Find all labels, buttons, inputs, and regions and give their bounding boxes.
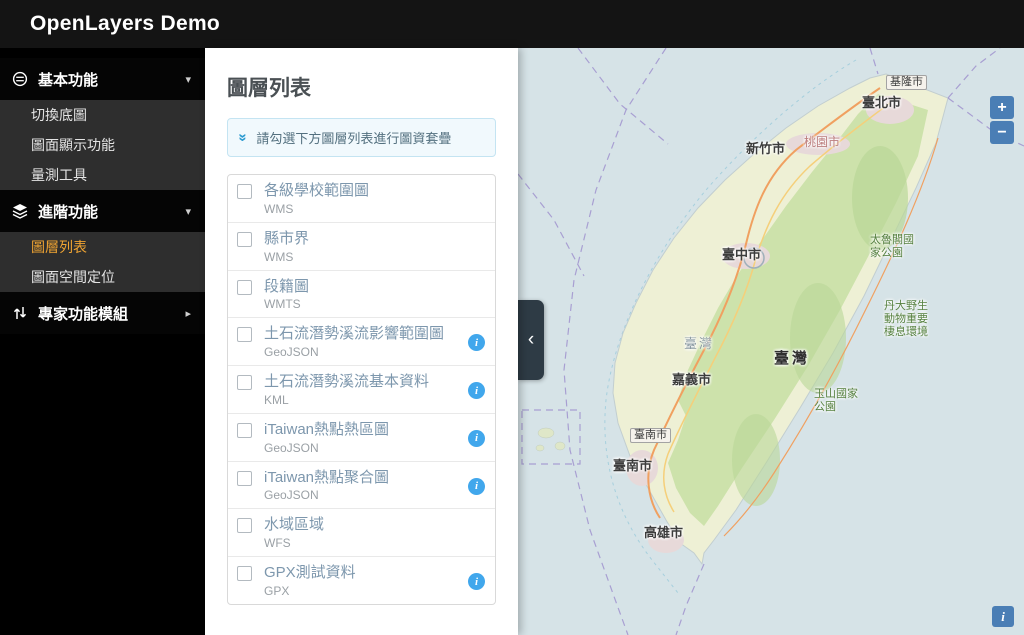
map-label-taichung: 臺中市 bbox=[722, 247, 762, 262]
layer-row: 縣市界 WMS bbox=[228, 223, 495, 271]
layer-checkbox[interactable] bbox=[237, 184, 252, 199]
layer-type: GPX bbox=[264, 583, 290, 598]
sidebar-item-measure-tools[interactable]: 量測工具 bbox=[0, 160, 205, 190]
layer-row: 土石流潛勢溪流影響範圍圖 GeoJSON i bbox=[228, 318, 495, 366]
info-icon[interactable]: i bbox=[468, 429, 485, 447]
layer-panel: 圖層列表 » 請勾選下方圖層列表進行圖資套疊 各級學校範圍圖 WMS 縣市界 W… bbox=[205, 48, 518, 635]
map-label-taiwan: 臺灣 bbox=[774, 350, 811, 367]
double-chevron-down-icon: » bbox=[234, 133, 252, 142]
app-header: OpenLayers Demo bbox=[0, 0, 1024, 48]
map-label-tainan: 臺南市 bbox=[613, 458, 653, 473]
app-body: 基本功能 ▾ 切換底圖 圖面顯示功能 量測工具 進階功能 ▾ 圖層列表 圖面空間… bbox=[0, 48, 1024, 635]
layer-row: iTaiwan熱點熱區圖 GeoJSON i bbox=[228, 414, 495, 462]
layer-checkbox[interactable] bbox=[237, 231, 252, 247]
map-label-taiwan-strait: 臺灣 bbox=[684, 336, 715, 351]
sidebar-section-label: 基本功能 bbox=[38, 71, 99, 89]
layer-type: WMS bbox=[264, 249, 294, 264]
map-label-danda-habitat: 丹大野生 動物重要 棲息環境 bbox=[884, 300, 928, 339]
layer-row: iTaiwan熱點聚合圖 GeoJSON i bbox=[228, 462, 495, 510]
layer-name[interactable]: 縣市界 bbox=[264, 230, 485, 249]
layer-name[interactable]: 土石流潛勢溪流基本資料 bbox=[264, 373, 468, 392]
info-icon[interactable]: i bbox=[468, 477, 485, 495]
panel-title: 圖層列表 bbox=[227, 77, 311, 100]
layer-checkbox[interactable] bbox=[237, 327, 252, 343]
panel-collapse-handle[interactable]: ‹ bbox=[518, 300, 544, 380]
layer-type: GeoJSON bbox=[264, 488, 319, 503]
layer-name[interactable]: 段籍圖 bbox=[264, 278, 485, 297]
sidebar-group-basic: 切換底圖 圖面顯示功能 量測工具 bbox=[0, 100, 205, 190]
layer-checkbox[interactable] bbox=[237, 375, 252, 390]
layer-type: GeoJSON bbox=[264, 345, 319, 359]
layer-name[interactable]: 土石流潛勢溪流影響範圍圖 bbox=[264, 325, 468, 344]
layer-type: WMTS bbox=[264, 297, 301, 312]
layer-row: 土石流潛勢溪流基本資料 KML i bbox=[228, 366, 495, 414]
attribution-button[interactable]: i bbox=[992, 606, 1014, 627]
sidebar-item-layer-list[interactable]: 圖層列表 bbox=[0, 232, 205, 262]
layer-checkbox[interactable] bbox=[237, 279, 252, 295]
layer-checkbox[interactable] bbox=[237, 470, 252, 486]
app-title: OpenLayers Demo bbox=[30, 12, 221, 35]
map-label-kaohsiung: 高雄市 bbox=[644, 525, 684, 540]
map-label-keelung: 基隆市 bbox=[886, 75, 927, 91]
notice-text: 請勾選下方圖層列表進行圖資套疊 bbox=[256, 131, 452, 146]
chevron-down-icon: ▾ bbox=[185, 73, 191, 86]
zoom-in-button[interactable]: + bbox=[990, 96, 1014, 119]
sidebar-group-advanced: 圖層列表 圖面空間定位 bbox=[0, 232, 205, 292]
layer-name[interactable]: iTaiwan熱點熱區圖 bbox=[264, 421, 468, 440]
layers-icon bbox=[12, 203, 28, 219]
layer-type: WMS bbox=[264, 201, 294, 216]
layer-checkbox[interactable] bbox=[237, 422, 252, 438]
layer-list: 各級學校範圍圖 WMS 縣市界 WMS 段籍圖 WMTS 土石流潛勢溪流影響範圍… bbox=[227, 174, 496, 605]
zoom-out-button[interactable]: − bbox=[990, 121, 1014, 144]
layer-type: WFS bbox=[264, 536, 291, 550]
layer-row: 各級學校範圍圖 WMS bbox=[228, 175, 495, 223]
sidebar: 基本功能 ▾ 切換底圖 圖面顯示功能 量測工具 進階功能 ▾ 圖層列表 圖面空間… bbox=[0, 48, 205, 635]
map-label-chiayi: 嘉義市 bbox=[672, 372, 712, 387]
chevron-left-icon: ‹ bbox=[527, 329, 535, 350]
map-label-taroko-park: 太魯閣國 家公園 bbox=[870, 234, 914, 260]
chevron-down-icon: ▾ bbox=[185, 205, 191, 218]
zoom-controls: + − bbox=[990, 96, 1014, 144]
map-label-taipei: 臺北市 bbox=[862, 95, 902, 110]
layer-name[interactable]: 水域區域 bbox=[264, 516, 485, 535]
layer-row: GPX測試資料 GPX i bbox=[228, 557, 495, 604]
info-icon[interactable]: i bbox=[468, 573, 485, 590]
layer-name[interactable]: 各級學校範圍圖 bbox=[264, 182, 485, 201]
layer-checkbox[interactable] bbox=[237, 566, 252, 581]
sidebar-section-label: 進階功能 bbox=[38, 203, 99, 221]
map-label-tainan-box: 臺南市 bbox=[630, 428, 671, 444]
layer-row: 段籍圖 WMTS bbox=[228, 271, 495, 319]
info-icon[interactable]: i bbox=[468, 382, 485, 399]
layer-type: KML bbox=[264, 392, 289, 407]
swap-arrows-icon bbox=[12, 305, 28, 321]
sidebar-item-switch-basemap[interactable]: 切換底圖 bbox=[0, 100, 205, 130]
sidebar-section-basic[interactable]: 基本功能 ▾ bbox=[0, 58, 205, 100]
layer-type: GeoJSON bbox=[264, 440, 319, 455]
info-icon[interactable]: i bbox=[468, 334, 485, 352]
map-label-yushan-park: 玉山國家 公園 bbox=[814, 388, 858, 414]
sidebar-item-spatial-locate[interactable]: 圖面空間定位 bbox=[0, 262, 205, 292]
sidebar-section-label: 專家功能模組 bbox=[38, 305, 129, 323]
map-label-taoyuan: 桃園市 bbox=[804, 135, 841, 149]
sidebar-item-map-display[interactable]: 圖面顯示功能 bbox=[0, 130, 205, 160]
layer-name[interactable]: iTaiwan熱點聚合圖 bbox=[264, 469, 468, 488]
layer-name[interactable]: GPX測試資料 bbox=[264, 564, 468, 583]
map-canvas bbox=[518, 48, 1024, 635]
sidebar-section-advanced[interactable]: 進階功能 ▾ bbox=[0, 190, 205, 232]
layer-notice: » 請勾選下方圖層列表進行圖資套疊 bbox=[227, 118, 496, 157]
layer-checkbox[interactable] bbox=[237, 518, 252, 534]
app: OpenLayers Demo 基本功能 ▾ 切換底圖 圖面顯示功能 量測工具 bbox=[0, 0, 1024, 635]
basic-functions-icon bbox=[12, 71, 28, 87]
map-label-hsinchu: 新竹市 bbox=[746, 141, 786, 156]
chevron-right-icon: ▸ bbox=[185, 307, 191, 320]
map[interactable]: 基隆市 臺北市 桃園市 新竹市 臺中市 太魯閣國 家公園 丹大野生 動物重要 棲… bbox=[518, 48, 1024, 635]
layer-row: 水域區域 WFS bbox=[228, 509, 495, 557]
sidebar-section-expert[interactable]: 專家功能模組 ▸ bbox=[0, 292, 205, 334]
